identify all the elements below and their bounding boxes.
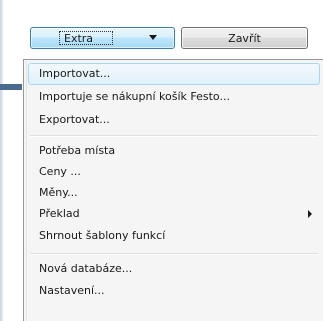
menu-item-import[interactable]: Importovat... bbox=[28, 63, 320, 85]
menu-item-import-festo-cart[interactable]: Importuje se nákupní košík Festo... bbox=[28, 86, 320, 108]
menu-item-new-database[interactable]: Nová databáze... bbox=[28, 258, 320, 280]
extra-dropdown-menu: Importovat... Importuje se nákupní košík… bbox=[23, 59, 323, 321]
menu-item-label: Nastavení... bbox=[39, 284, 105, 297]
menu-item-summarize-templates[interactable]: Shrnout šablony funkcí bbox=[28, 225, 320, 247]
menu-item-export[interactable]: Exportovat... bbox=[28, 109, 320, 131]
focus-rect: Extra bbox=[59, 31, 113, 45]
menu-item-label: Ceny ... bbox=[39, 165, 81, 178]
menu-item-label: Importuje se nákupní košík Festo... bbox=[39, 90, 230, 103]
menu-separator bbox=[30, 253, 318, 255]
window-edge bbox=[0, 0, 3, 321]
menu-item-label: Nová databáze... bbox=[39, 262, 133, 275]
menu-item-label: Potřeba místa bbox=[39, 144, 116, 157]
chevron-down-icon bbox=[149, 35, 157, 40]
menu-item-prices[interactable]: Ceny ... bbox=[28, 161, 320, 183]
menu-item-settings[interactable]: Nastavení... bbox=[28, 280, 320, 302]
close-button-label: Zavřít bbox=[228, 31, 261, 45]
menu-item-currencies[interactable]: Měny... bbox=[28, 182, 320, 204]
menu-item-label: Shrnout šablony funkcí bbox=[39, 229, 166, 242]
window-title-accent bbox=[0, 84, 22, 90]
menu-item-translation[interactable]: Překlad bbox=[28, 203, 320, 225]
menu-item-label: Exportovat... bbox=[39, 113, 110, 126]
extra-button-label: Extra bbox=[64, 32, 94, 45]
menu-item-label: Měny... bbox=[39, 186, 78, 199]
menu-item-label: Překlad bbox=[39, 207, 80, 220]
menu-item-space-requirement[interactable]: Potřeba místa bbox=[28, 140, 320, 162]
menu-item-label: Importovat... bbox=[39, 67, 111, 80]
menu-gutter bbox=[26, 61, 27, 321]
extra-dropdown-button[interactable]: Extra bbox=[30, 27, 175, 49]
menu-separator bbox=[30, 135, 318, 137]
chevron-right-icon bbox=[308, 210, 312, 218]
close-button[interactable]: Zavřít bbox=[181, 27, 308, 49]
